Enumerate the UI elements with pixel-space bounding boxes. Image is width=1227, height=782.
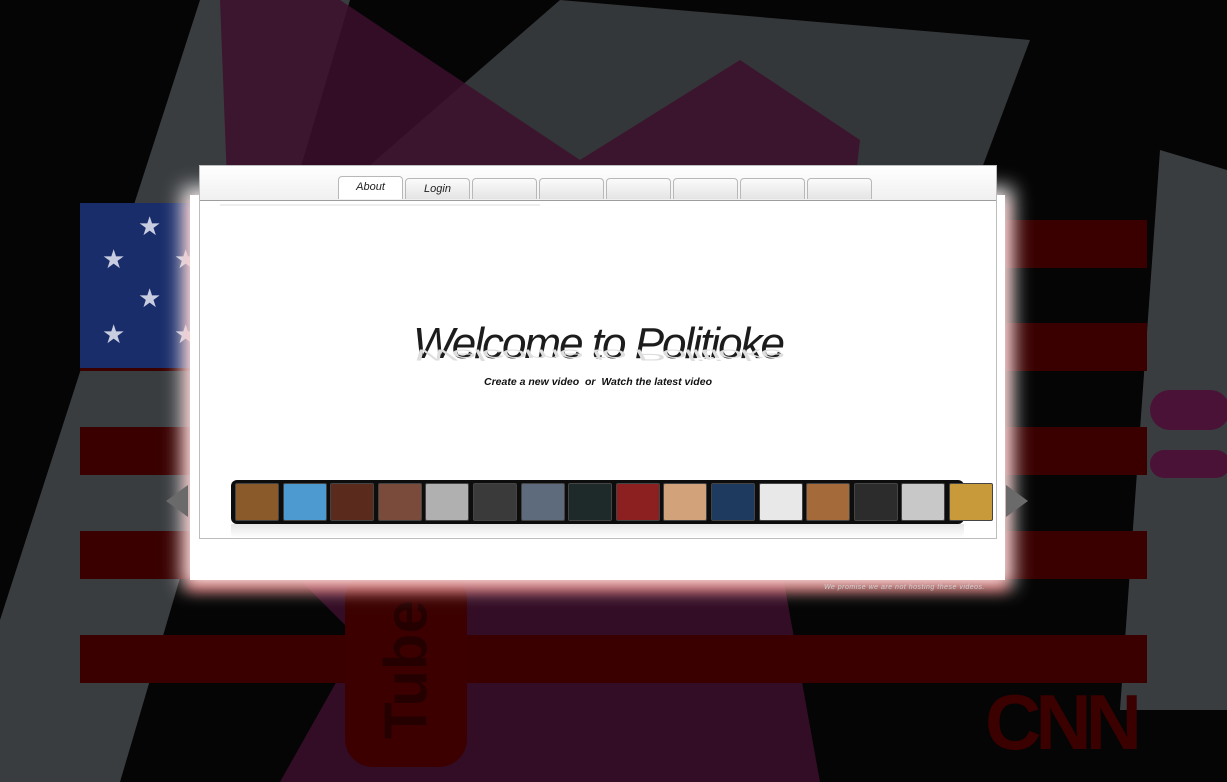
disclaimer-text: We promise we are not hosting these vide… (823, 584, 985, 591)
video-thumbnail[interactable] (806, 483, 851, 521)
youtube-logo: Tube (345, 572, 467, 767)
tab-empty[interactable] (539, 178, 604, 199)
star-icon: ★ (138, 211, 162, 241)
tab-empty[interactable] (807, 178, 872, 199)
video-thumbnail[interactable] (425, 483, 470, 521)
tab-login[interactable]: Login (405, 178, 470, 199)
tab-empty[interactable] (606, 178, 671, 199)
link-separator: or (582, 376, 598, 388)
separator-text: or (584, 376, 596, 388)
video-thumbnail[interactable] (377, 483, 422, 521)
cnn-logo: CNN (985, 678, 1142, 766)
video-thumbnail[interactable] (330, 483, 375, 521)
background-shape (1150, 450, 1227, 478)
tab-list: About Login (338, 170, 874, 200)
strip-reflection (231, 524, 964, 538)
star-icon: ★ (102, 244, 126, 274)
tab-empty[interactable] (740, 178, 805, 199)
site-window: About Login Welcome to Politioke Welcome… (199, 165, 997, 539)
star-icon: ★ (138, 283, 162, 313)
video-thumbnail[interactable] (663, 483, 708, 521)
tab-empty[interactable] (472, 178, 537, 199)
video-thumbnail[interactable] (853, 483, 898, 521)
background-shape (1150, 390, 1227, 430)
tab-empty[interactable] (673, 178, 738, 199)
hero-links: Create a new video or Watch the latest v… (200, 376, 996, 388)
video-thumbnail[interactable] (615, 483, 660, 521)
video-thumbnail[interactable] (520, 483, 565, 521)
divider (220, 204, 540, 206)
scroll-right-icon[interactable] (1006, 485, 1028, 517)
scroll-left-icon[interactable] (166, 485, 188, 517)
video-thumbnail[interactable] (901, 483, 946, 521)
youtube-logo-text: Tube (372, 600, 440, 739)
tab-about[interactable]: About (338, 176, 403, 199)
video-thumbnail-strip (231, 480, 993, 524)
video-thumbnail[interactable] (568, 483, 613, 521)
title-reflection: Welcome to Politioke (412, 345, 784, 363)
star-icon: ★ (102, 319, 126, 349)
video-thumbnail[interactable] (282, 483, 327, 521)
watch-latest-link[interactable]: Watch the latest video (601, 376, 712, 388)
video-thumbnail[interactable] (235, 483, 279, 521)
video-thumbnail[interactable] (472, 483, 517, 521)
create-video-link[interactable]: Create a new video (484, 376, 579, 388)
video-thumbnail[interactable] (948, 483, 993, 521)
video-thumbnail[interactable] (710, 483, 755, 521)
tab-bar: About Login (200, 166, 996, 201)
video-thumbnail[interactable] (758, 483, 803, 521)
